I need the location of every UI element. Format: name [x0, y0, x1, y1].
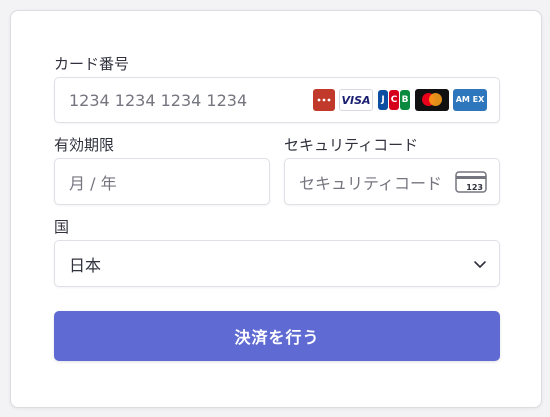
country-label: 国 [54, 218, 70, 236]
expiry-placeholder: 月 / 年 [69, 173, 117, 193]
jcb-icon: J C B [377, 89, 411, 111]
visa-icon: VISA [339, 89, 373, 111]
expiry-label: 有効期限 [54, 136, 115, 154]
cvc-field[interactable]: セキュリティコード 123 [284, 158, 500, 205]
card-number-placeholder: 1234 1234 1234 1234 [69, 90, 248, 110]
generic-card-icon [313, 89, 335, 111]
card-number-field[interactable]: 1234 1234 1234 1234 VISA J C B AM EX [54, 77, 500, 123]
card-brand-icons: VISA J C B AM EX [313, 89, 487, 111]
payment-form: カード番号 1234 1234 1234 1234 VISA J C B AM … [10, 10, 542, 408]
mastercard-icon [415, 89, 449, 111]
expiry-field[interactable]: 月 / 年 [54, 158, 270, 205]
chevron-down-icon [474, 261, 486, 268]
card-number-label: カード番号 [54, 55, 130, 73]
amex-icon: AM EX [453, 89, 487, 111]
country-value: 日本 [69, 255, 102, 275]
cvc-label: セキュリティコード [284, 136, 419, 154]
cvc-card-icon: 123 [455, 171, 487, 193]
cvc-placeholder: セキュリティコード [299, 173, 443, 193]
svg-text:123: 123 [466, 183, 483, 192]
country-select[interactable]: 日本 [54, 240, 500, 287]
pay-button[interactable]: 決済を行う [54, 311, 500, 361]
